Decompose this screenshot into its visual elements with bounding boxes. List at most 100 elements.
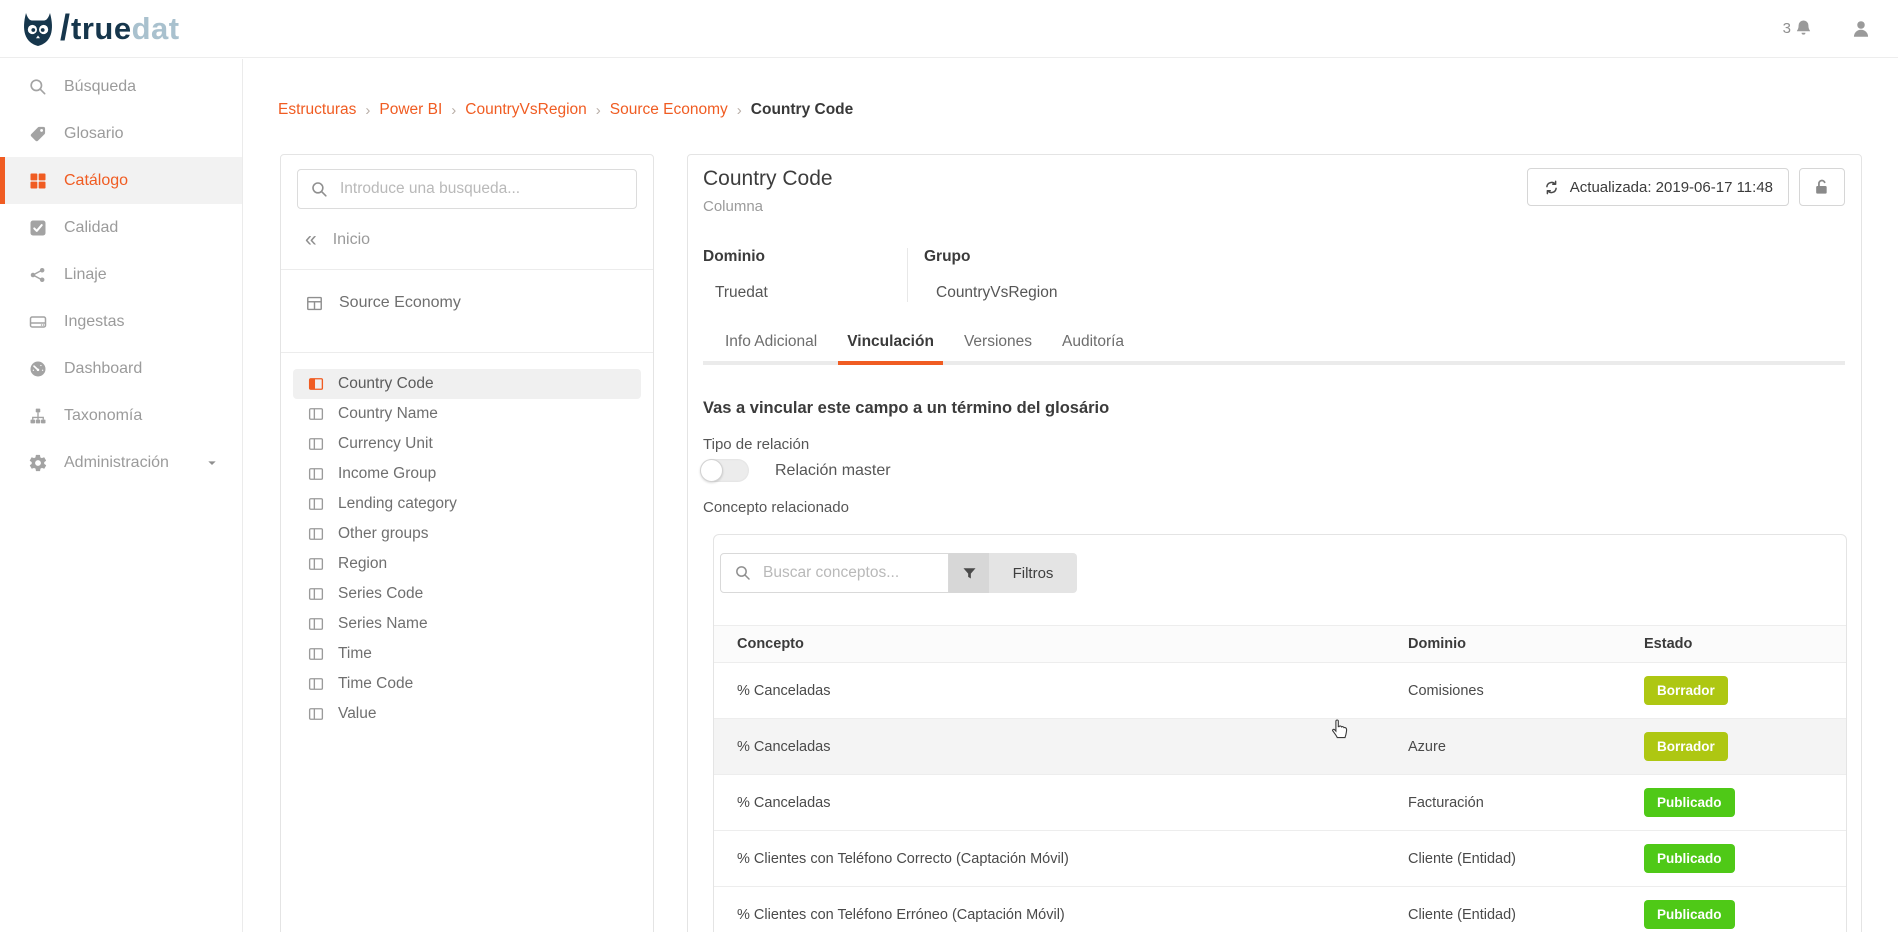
cell-estado: Publicado — [1644, 900, 1846, 929]
notification-count: 3 — [1783, 20, 1791, 37]
column-header-concepto: Concepto — [714, 636, 1408, 652]
sidebar-item-ingestas[interactable]: Ingestas — [0, 298, 242, 345]
column-item-label: Lending category — [338, 495, 457, 513]
structure-panel: « Inicio Source Economy Country CodeCoun… — [280, 154, 654, 932]
column-icon — [307, 495, 325, 513]
column-item-time[interactable]: Time — [293, 639, 641, 669]
column-item-currency-unit[interactable]: Currency Unit — [293, 429, 641, 459]
chevron-down-icon — [204, 455, 220, 471]
meta-value: Truedat — [703, 284, 907, 302]
column-item-value[interactable]: Value — [293, 699, 641, 729]
funnel-icon — [961, 565, 978, 582]
related-concept-label: Concepto relacionado — [703, 499, 849, 516]
tab-bar: Info Adicional Vinculación Versiones Audito… — [703, 323, 1845, 365]
sidebar-item-glosario[interactable]: Glosario — [0, 110, 242, 157]
table-row[interactable]: % CanceladasComisionesBorrador — [714, 663, 1846, 719]
column-item-other-groups[interactable]: Other groups — [293, 519, 641, 549]
column-item-income-group[interactable]: Income Group — [293, 459, 641, 489]
column-item-label: Series Name — [338, 615, 428, 633]
concepts-table: ConceptoDominioEstado % CanceladasComisi… — [714, 625, 1846, 932]
cell-concepto: % Canceladas — [714, 739, 1408, 755]
breadcrumb-link-countryvsregion[interactable]: CountryVsRegion — [465, 101, 586, 119]
sidebar-item-calidad[interactable]: Calidad — [0, 204, 242, 251]
column-item-time-code[interactable]: Time Code — [293, 669, 641, 699]
logo-text-secondary: dat — [132, 11, 180, 47]
table-icon — [305, 294, 324, 313]
sidebar-item-label: Glosario — [64, 125, 124, 143]
filters-button[interactable]: Filtros — [989, 553, 1077, 593]
link-section-heading: Vas a vincular este campo a un término d… — [703, 399, 1109, 418]
updated-button[interactable]: Actualizada: 2019-06-17 11:48 — [1527, 168, 1789, 206]
relation-master-toggle[interactable] — [701, 459, 749, 482]
parent-structure-item[interactable]: Source Economy — [281, 270, 653, 336]
sidebar-item-catalogo[interactable]: Catálogo — [0, 157, 242, 204]
owl-logo-icon — [18, 9, 58, 49]
column-item-country-name[interactable]: Country Name — [293, 399, 641, 429]
breadcrumb-link-power-bi[interactable]: Power BI — [379, 101, 442, 119]
breadcrumb-separator: › — [737, 102, 742, 119]
structure-search — [297, 169, 637, 209]
tab-versiones[interactable]: Versiones — [955, 323, 1041, 365]
column-item-lending-category[interactable]: Lending category — [293, 489, 641, 519]
sidebar-item-busqueda[interactable]: Búsqueda — [0, 63, 242, 110]
refresh-icon — [1543, 179, 1560, 196]
cell-concepto: % Canceladas — [714, 683, 1408, 699]
breadcrumb-separator: › — [365, 102, 370, 119]
table-row[interactable]: % Clientes con Teléfono Correcto (Captac… — [714, 831, 1846, 887]
concepts-table-header: ConceptoDominioEstado — [714, 625, 1846, 663]
column-icon — [307, 555, 325, 573]
tab-info-adicional[interactable]: Info Adicional — [716, 323, 826, 365]
sidebar-item-linaje[interactable]: Linaje — [0, 251, 242, 298]
column-icon — [307, 405, 325, 423]
column-item-series-name[interactable]: Series Name — [293, 609, 641, 639]
meta-block-grupo: Grupo CountryVsRegion — [907, 248, 1057, 302]
filter-icon-button[interactable] — [949, 553, 989, 593]
sidebar-item-label: Catálogo — [64, 172, 128, 190]
user-avatar-icon[interactable] — [1850, 18, 1872, 40]
structure-type-label: Columna — [703, 198, 763, 215]
lock-button[interactable] — [1799, 168, 1845, 206]
breadcrumb-link-source-economy[interactable]: Source Economy — [610, 101, 728, 119]
column-item-label: Income Group — [338, 465, 436, 483]
server-icon — [28, 312, 48, 332]
breadcrumb-current: Country Code — [751, 101, 853, 119]
tab-auditoria[interactable]: Auditoría — [1053, 323, 1133, 365]
column-list: Country Code Country Name Currency Unit Inc… — [281, 353, 653, 745]
structure-search-input[interactable] — [340, 180, 624, 198]
cell-estado: Publicado — [1644, 788, 1846, 817]
search-icon — [310, 180, 329, 199]
column-item-label: Region — [338, 555, 387, 573]
column-icon — [307, 645, 325, 663]
column-item-label: Currency Unit — [338, 435, 433, 453]
gauge-icon — [28, 359, 48, 379]
table-row[interactable]: % CanceladasAzureBorrador — [714, 719, 1846, 775]
sidebar-item-dashboard[interactable]: Dashboard — [0, 345, 242, 392]
back-to-home[interactable]: « Inicio — [281, 227, 653, 253]
share-icon — [28, 265, 48, 285]
sidebar-item-label: Administración — [64, 454, 169, 472]
sidebar-item-taxonomia[interactable]: Taxonomía — [0, 392, 242, 439]
cell-dominio: Cliente (Entidad) — [1408, 851, 1644, 867]
concept-search-input[interactable] — [763, 564, 935, 582]
table-row[interactable]: % Clientes con Teléfono Erróneo (Captaci… — [714, 887, 1846, 932]
cell-estado: Borrador — [1644, 732, 1846, 761]
column-icon — [307, 465, 325, 483]
search-icon — [734, 564, 752, 582]
app-logo[interactable]: / true dat — [18, 7, 180, 51]
column-item-label: Country Name — [338, 405, 438, 423]
breadcrumb-separator: › — [596, 102, 601, 119]
column-item-series-code[interactable]: Series Code — [293, 579, 641, 609]
notifications-button[interactable]: 3 — [1783, 18, 1814, 39]
sidebar-item-administracion[interactable]: Administración — [0, 439, 242, 486]
meta-value: CountryVsRegion — [924, 284, 1057, 302]
breadcrumb-link-estructuras[interactable]: Estructuras — [278, 101, 356, 119]
table-row[interactable]: % CanceladasFacturaciónPublicado — [714, 775, 1846, 831]
meta-label: Grupo — [924, 248, 1057, 266]
cell-concepto: % Clientes con Teléfono Correcto (Captac… — [714, 851, 1408, 867]
sidebar-item-label: Búsqueda — [64, 78, 136, 96]
tab-vinculacion[interactable]: Vinculación — [838, 323, 943, 365]
column-item-region[interactable]: Region — [293, 549, 641, 579]
app-header: / true dat 3 — [0, 0, 1898, 58]
column-item-country-code[interactable]: Country Code — [293, 369, 641, 399]
card-actions: Actualizada: 2019-06-17 11:48 — [1527, 168, 1845, 206]
